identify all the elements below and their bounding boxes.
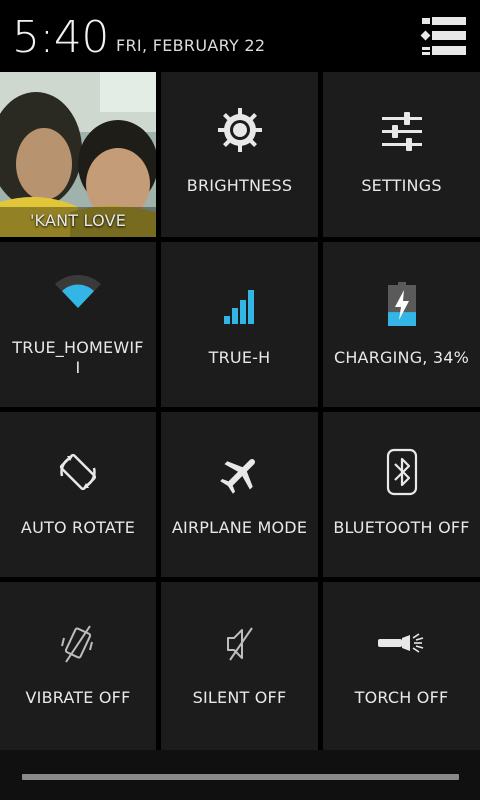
silent-label: SILENT OFF [192,688,287,707]
brightness-label: BRIGHTNESS [186,176,293,195]
wifi-label-line1: TRUE_HOMEWIF [12,338,144,357]
signal-bars-icon [223,290,254,324]
tile-settings[interactable]: SETTINGS [323,72,480,237]
tile-user[interactable]: 'KANT LOVE [0,72,156,237]
notifications-toggle-button[interactable] [412,12,468,60]
user-name-label: 'KANT LOVE [29,211,127,230]
settings-sliders-icon [381,112,422,151]
drag-handle[interactable] [22,774,459,780]
bluetooth-label: BLUETOOTH OFF [333,518,470,537]
panel-footer [0,750,480,800]
tile-wifi[interactable]: TRUE_HOMEWIF I [0,242,156,407]
mobile-data-label: TRUE-H [208,348,271,367]
battery-charging-icon [387,282,416,326]
silent-icon [226,627,253,661]
wifi-label: TRUE_HOMEWIF I [4,338,152,378]
wifi-icon [55,275,101,308]
clock: 5:40 [12,12,109,63]
vibrate-label: VIBRATE OFF [25,688,131,707]
settings-label: SETTINGS [361,176,442,195]
tile-silent[interactable]: SILENT OFF [161,582,318,750]
battery-label: CHARGING, 34% [333,348,470,367]
wifi-label-line2: I [75,358,81,377]
notification-header: 5:40 FRI, FEBRUARY 22 [0,0,480,72]
tile-vibrate[interactable]: VIBRATE OFF [0,582,156,750]
date: FRI, FEBRUARY 22 [116,36,266,55]
auto-rotate-label: AUTO ROTATE [20,518,136,537]
airplane-mode-label: AIRPLANE MODE [171,518,308,537]
torch-label: TORCH OFF [354,688,449,707]
bluetooth-icon [386,448,417,496]
list-toggle-icon [420,17,466,55]
tile-brightness[interactable]: BRIGHTNESS [161,72,318,237]
vibrate-icon [61,625,93,663]
tile-mobile-data[interactable]: TRUE-H [161,242,318,407]
tile-battery[interactable]: CHARGING, 34% [323,242,480,407]
tile-airplane-mode[interactable]: AIRPLANE MODE [161,412,318,577]
rotate-icon [59,453,97,491]
quick-settings-grid: 'KANT LOVE BRIGHTNESS SETTINGS TRUE_HOME… [0,72,480,750]
tile-torch[interactable]: TORCH OFF [323,582,480,750]
airplane-icon [219,458,255,494]
brightness-icon [217,108,262,152]
tile-bluetooth[interactable]: BLUETOOTH OFF [323,412,480,577]
torch-icon [377,633,423,653]
tile-auto-rotate[interactable]: AUTO ROTATE [0,412,156,577]
